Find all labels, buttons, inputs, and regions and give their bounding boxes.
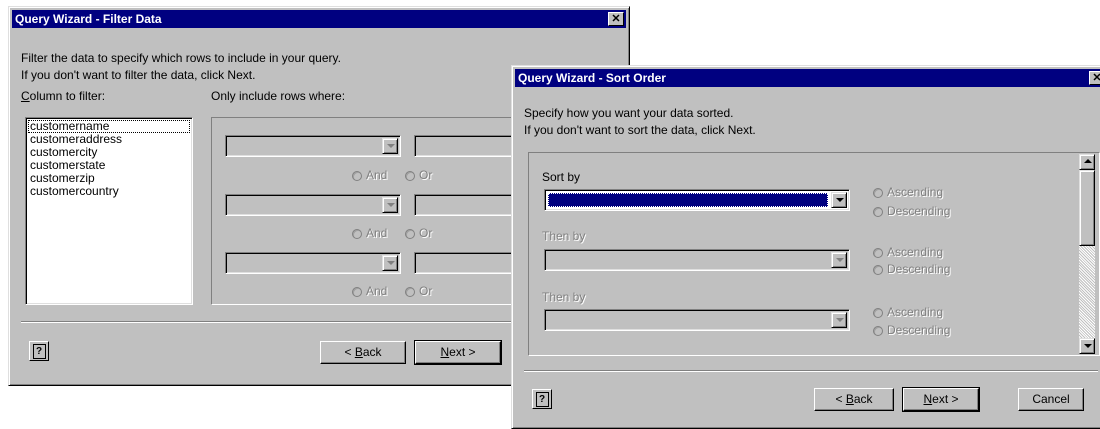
filter-operator-combo-3[interactable] [225, 252, 401, 274]
list-item-customercountry[interactable]: customercountry [28, 185, 190, 198]
next-rest: ext > [449, 345, 476, 359]
back-rest: ack [853, 392, 873, 406]
and-label-3: And [366, 284, 388, 298]
sort-instruction-line1: Specify how you want your data sorted. [524, 106, 734, 120]
help-icon: ? [535, 392, 549, 407]
chevron-down-icon[interactable] [382, 255, 398, 271]
filter-dialog-close-icon[interactable]: ✕ [608, 12, 624, 26]
and-label-1: And [366, 168, 388, 182]
sort-by-combo[interactable] [544, 189, 850, 211]
scroll-down-button[interactable] [1079, 338, 1095, 354]
chevron-down-icon[interactable] [831, 312, 847, 328]
scroll-up-button[interactable] [1079, 154, 1095, 170]
sort-ascending-radio-2[interactable] [873, 248, 883, 258]
sort-order-dialog: Query Wizard - Sort Order ✕ Specify how … [511, 65, 1100, 429]
sort-scrollbar[interactable] [1079, 154, 1095, 354]
help-icon: ? [32, 344, 46, 359]
back-rest: ack [362, 345, 382, 359]
next-mnemonic: N [923, 392, 933, 406]
filter-instruction-line2: If you don't want to filter the data, cl… [21, 68, 256, 82]
sort-ascending-label-1: Ascending [887, 185, 944, 199]
chevron-down-icon[interactable] [831, 192, 847, 208]
column-label-mnemonic: C [21, 89, 30, 103]
back-mnemonic: B [354, 345, 363, 359]
sort-next-button[interactable]: Next > [902, 387, 980, 412]
filter-dialog-title: Query Wizard - Filter Data [15, 12, 162, 26]
then-by-label-2: Then by [542, 290, 586, 304]
filter-back-button[interactable]: < Back [320, 341, 406, 364]
column-label-rest: olumn to filter: [29, 89, 106, 103]
back-prefix: < [344, 345, 355, 359]
chevron-down-icon[interactable] [382, 138, 398, 154]
sort-instruction-line2: If you don't want to sort the data, clic… [524, 123, 756, 137]
filter-operator-combo-1[interactable] [225, 135, 401, 157]
and-label-2: And [366, 226, 388, 240]
chevron-down-icon[interactable] [382, 197, 398, 213]
sort-dialog-title-bar[interactable]: Query Wizard - Sort Order ✕ [515, 69, 1100, 87]
sort-descending-label-2: Descending [887, 262, 951, 276]
then-by-combo-2[interactable] [544, 309, 850, 331]
sort-dialog-title: Query Wizard - Sort Order [518, 71, 666, 85]
filter-operator-combo-2[interactable] [225, 194, 401, 216]
or-radio-2[interactable] [405, 229, 415, 239]
sort-by-selection [548, 193, 828, 207]
or-radio-3[interactable] [405, 287, 415, 297]
column-to-filter-label: Column to filter: [21, 89, 105, 103]
sort-dialog-close-icon[interactable]: ✕ [1089, 71, 1100, 85]
sort-ascending-label-3: Ascending [887, 305, 944, 319]
chevron-down-icon[interactable] [831, 252, 847, 268]
sort-back-button[interactable]: < Back [814, 388, 894, 411]
filter-instruction-line1: Filter the data to specify which rows to… [21, 51, 341, 65]
sort-descending-label-1: Descending [887, 204, 951, 218]
or-label-3: Or [419, 284, 433, 298]
column-list[interactable]: customername customeraddress customercit… [25, 117, 193, 305]
sort-descending-radio-3[interactable] [873, 326, 883, 336]
filter-help-button[interactable]: ? [29, 341, 49, 361]
filter-dialog-title-bar[interactable]: Query Wizard - Filter Data ✕ [12, 10, 626, 28]
sort-cancel-button[interactable]: Cancel [1018, 388, 1084, 411]
and-radio-1[interactable] [352, 171, 362, 181]
sort-descending-radio-2[interactable] [873, 265, 883, 275]
sort-descending-radio-1[interactable] [873, 207, 883, 217]
back-mnemonic: B [845, 392, 854, 406]
sort-help-button[interactable]: ? [532, 389, 552, 409]
or-label-2: Or [419, 226, 433, 240]
sort-divider [524, 370, 1098, 372]
scroll-thumb[interactable] [1079, 170, 1095, 246]
then-by-label-1: Then by [542, 229, 586, 243]
only-include-rows-label: Only include rows where: [211, 89, 346, 103]
and-radio-2[interactable] [352, 229, 362, 239]
filter-next-button[interactable]: Next > [414, 340, 502, 365]
sort-ascending-label-2: Ascending [887, 245, 944, 259]
sort-by-label: Sort by [542, 170, 581, 184]
next-mnemonic: N [440, 345, 450, 359]
back-prefix: < [835, 392, 846, 406]
sort-ascending-radio-1[interactable] [873, 188, 883, 198]
sort-descending-label-3: Descending [887, 323, 951, 337]
sort-ascending-radio-3[interactable] [873, 308, 883, 318]
or-radio-1[interactable] [405, 171, 415, 181]
then-by-combo-1[interactable] [544, 249, 850, 271]
and-radio-3[interactable] [352, 287, 362, 297]
or-label-1: Or [419, 168, 433, 182]
next-rest: ext > [932, 392, 959, 406]
